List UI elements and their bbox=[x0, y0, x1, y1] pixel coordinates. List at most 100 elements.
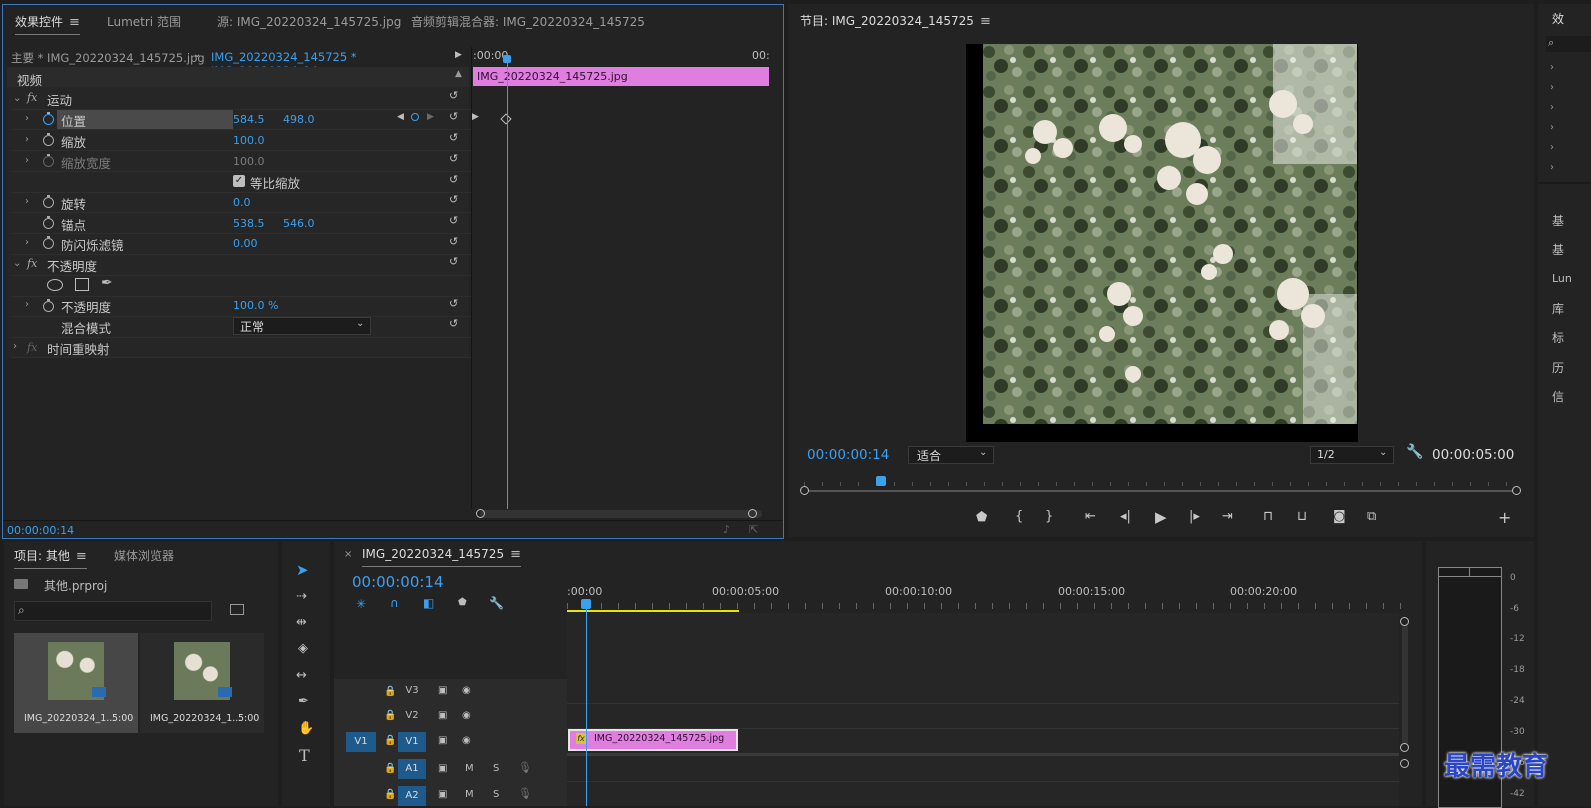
scroll-handle[interactable] bbox=[1400, 617, 1409, 626]
panel-tab-markers[interactable]: 标 bbox=[1552, 329, 1564, 346]
panel-tab-basic-sound[interactable]: 基 bbox=[1552, 241, 1564, 258]
tab-source[interactable]: 源: IMG_20220324_145725.jpg bbox=[217, 13, 401, 30]
scrubber-end-handle[interactable] bbox=[1512, 486, 1521, 495]
rotation-chevron-icon[interactable]: › bbox=[25, 196, 29, 207]
mark-out-icon[interactable]: } bbox=[1045, 509, 1053, 524]
position-stopwatch-icon[interactable] bbox=[43, 112, 54, 125]
panel-tab-basic-graphics[interactable]: 基 bbox=[1552, 212, 1564, 229]
button-editor-plus-icon[interactable]: + bbox=[1498, 508, 1511, 527]
play-clip-icon[interactable]: ▶ bbox=[455, 50, 462, 60]
prev-keyframe-icon[interactable]: ◀ bbox=[397, 112, 404, 122]
scale-stopwatch-icon[interactable] bbox=[43, 133, 54, 146]
track-label-a2[interactable]: A2 bbox=[398, 786, 426, 806]
eye-icon[interactable]: ◉ bbox=[462, 710, 471, 721]
master-clip-label[interactable]: 主要 * IMG_20220324_145725.jpg bbox=[11, 50, 205, 66]
reset-scale-icon[interactable]: ↺ bbox=[449, 131, 461, 144]
menu-icon[interactable]: ≡ bbox=[980, 14, 991, 29]
blend-mode-select[interactable]: 正常 ⌄ bbox=[233, 317, 371, 335]
hand-tool-icon[interactable]: ✋ bbox=[298, 721, 314, 736]
zoom-handle-left[interactable] bbox=[476, 509, 485, 518]
track-label-a1[interactable]: A1 bbox=[398, 759, 426, 779]
tab-lumetri-scopes[interactable]: Lumetri 范围 bbox=[107, 13, 181, 30]
track-label-v2[interactable]: V2 bbox=[402, 710, 422, 724]
reset-scale-width-icon[interactable]: ↺ bbox=[449, 152, 461, 165]
lock-icon[interactable]: 🔒 bbox=[384, 763, 396, 774]
toggle-sync-icon[interactable]: ▣ bbox=[438, 763, 447, 774]
project-search-input[interactable]: ⌕ bbox=[14, 601, 212, 621]
lock-icon[interactable]: 🔒 bbox=[384, 710, 396, 721]
selection-tool-icon[interactable]: ➤ bbox=[296, 561, 309, 579]
clip-dropdown-chevron-icon[interactable]: ⌄ bbox=[193, 49, 201, 60]
effects-search-input[interactable]: ⌕ bbox=[1546, 36, 1591, 52]
type-tool-icon[interactable]: T bbox=[299, 746, 310, 765]
mute-button[interactable]: M bbox=[465, 763, 474, 774]
go-to-in-icon[interactable]: ⇤ bbox=[1085, 509, 1096, 524]
mute-button[interactable]: M bbox=[465, 789, 474, 800]
anchor-x-value[interactable]: 538.5 bbox=[233, 217, 265, 230]
timeline-ruler[interactable]: :00:00 00:00:05:00 00:00:10:00 00:00:15:… bbox=[567, 583, 1403, 613]
source-patch-v1[interactable]: V1 bbox=[346, 732, 376, 752]
reset-opacity-group-icon[interactable]: ↺ bbox=[449, 255, 461, 268]
toggle-sync-icon[interactable]: ▣ bbox=[438, 710, 447, 721]
program-timecode[interactable]: 00:00:00:14 bbox=[807, 447, 889, 463]
ripple-edit-tool-icon[interactable]: ⇹ bbox=[296, 615, 307, 630]
solo-button[interactable]: S bbox=[493, 789, 499, 800]
position-x-value[interactable]: 584.5 bbox=[233, 113, 265, 126]
microphone-icon[interactable]: 🎙 bbox=[518, 761, 532, 774]
motion-chevron-icon[interactable]: ⌄ bbox=[13, 93, 21, 104]
opacity-value[interactable]: 100.0 % bbox=[233, 299, 278, 312]
eye-icon[interactable]: ◉ bbox=[462, 735, 471, 746]
scroll-handle[interactable] bbox=[1400, 743, 1409, 752]
next-keyframe-icon[interactable]: ▶ bbox=[427, 112, 434, 122]
add-marker-icon[interactable]: ⬟ bbox=[976, 510, 987, 525]
work-area-bar[interactable] bbox=[567, 610, 739, 612]
microphone-icon[interactable]: 🎙 bbox=[518, 787, 532, 800]
resolution-select[interactable]: 1/2 ⌄ bbox=[1310, 446, 1394, 464]
program-playhead-handle[interactable] bbox=[876, 476, 886, 486]
export-icon[interactable]: ⇱ bbox=[749, 523, 758, 536]
collapse-up-icon[interactable]: ▲ bbox=[455, 69, 462, 79]
pen-tool-icon[interactable]: ✒ bbox=[298, 694, 309, 709]
flicker-chevron-icon[interactable]: › bbox=[25, 237, 29, 248]
solo-button[interactable]: S bbox=[493, 763, 499, 774]
effects-folder-chevron-icon[interactable]: › bbox=[1550, 82, 1554, 93]
effect-zoom-scrollbar[interactable] bbox=[480, 510, 762, 518]
lock-icon[interactable]: 🔒 bbox=[384, 789, 396, 800]
panel-tab-lumetri[interactable]: Lun bbox=[1552, 272, 1572, 285]
play-icon[interactable]: ▶ bbox=[1155, 508, 1167, 526]
toggle-sync-icon[interactable]: ▣ bbox=[438, 685, 447, 696]
comparison-view-icon[interactable]: ⧉ bbox=[1367, 509, 1376, 524]
tab-media-browser[interactable]: 媒体浏览器 bbox=[114, 547, 174, 564]
scroll-handle[interactable] bbox=[1400, 759, 1409, 768]
scale-width-chevron-icon[interactable]: › bbox=[25, 155, 29, 166]
ellipse-mask-icon[interactable] bbox=[47, 279, 63, 291]
reset-position-icon[interactable]: ↺ bbox=[449, 110, 461, 123]
menu-icon[interactable]: ≡ bbox=[69, 15, 80, 30]
opacity-chevron-icon[interactable]: › bbox=[25, 299, 29, 310]
toggle-sync-icon[interactable]: ▣ bbox=[438, 735, 447, 746]
effects-folder-chevron-icon[interactable]: › bbox=[1550, 102, 1554, 113]
timeline-settings-wrench-icon[interactable]: 🔧 bbox=[489, 596, 504, 610]
rotation-value[interactable]: 0.0 bbox=[233, 196, 251, 209]
effects-folder-chevron-icon[interactable]: › bbox=[1550, 122, 1554, 133]
opacity-stopwatch-icon[interactable] bbox=[43, 299, 54, 312]
panel-tab-libraries[interactable]: 库 bbox=[1552, 300, 1564, 317]
track-select-tool-icon[interactable]: ⇢ bbox=[296, 589, 307, 604]
keyframe-diamond-icon[interactable] bbox=[500, 113, 512, 125]
timeline-clip[interactable]: fx IMG_20220324_145725.jpg bbox=[568, 729, 738, 751]
tab-effect-controls[interactable]: 效果控件 ≡ bbox=[15, 13, 80, 35]
opacity-group-chevron-icon[interactable]: ⌄ bbox=[13, 258, 21, 269]
reset-motion-icon[interactable]: ↺ bbox=[449, 89, 461, 102]
scrubber-start-handle[interactable] bbox=[800, 486, 809, 495]
lift-icon[interactable]: ⊓ bbox=[1263, 509, 1273, 524]
tab-audio-clip-mixer[interactable]: 音频剪辑混合器: IMG_20220324_145725 bbox=[411, 13, 645, 30]
project-item-2[interactable]: IMG_20220324_1... 5:00 bbox=[140, 633, 264, 733]
video-tracks-scrollbar[interactable] bbox=[1402, 619, 1408, 749]
menu-icon[interactable]: ≡ bbox=[510, 547, 521, 562]
zoom-handle-right[interactable] bbox=[748, 509, 757, 518]
reset-anchor-icon[interactable]: ↺ bbox=[449, 214, 461, 227]
panel-tab-info[interactable]: 信 bbox=[1552, 388, 1564, 405]
linked-selection-icon[interactable]: ∩ bbox=[390, 596, 399, 610]
slip-tool-icon[interactable]: ↔ bbox=[296, 668, 307, 683]
extract-icon[interactable]: ⊔ bbox=[1297, 509, 1307, 524]
